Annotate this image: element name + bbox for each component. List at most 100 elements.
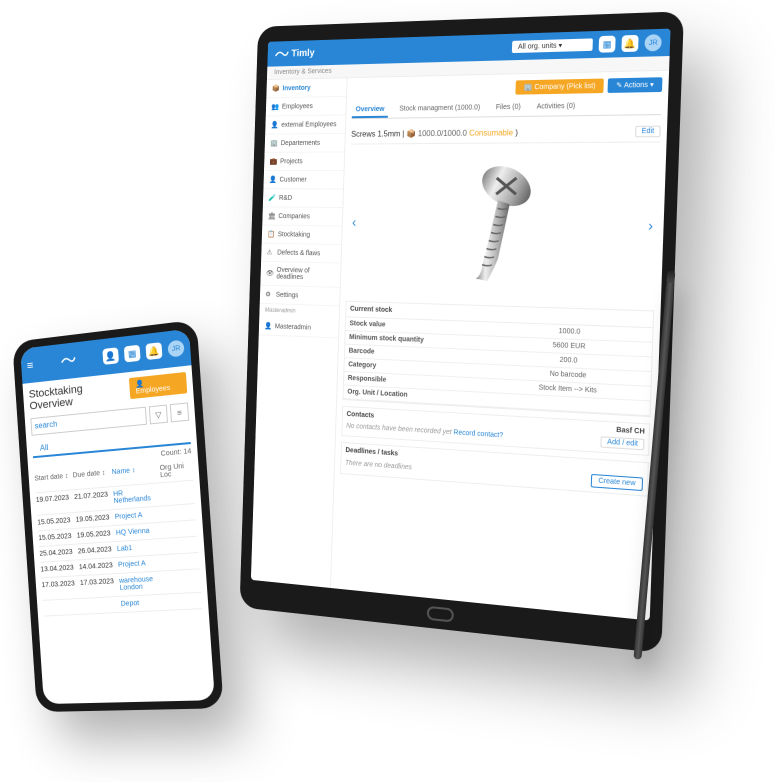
sidebar-item-companies[interactable]: 🏛Companies [262,207,342,226]
cell-start: 13.04.2023 [40,564,79,573]
bell-icon[interactable]: 🔔 [145,342,162,360]
cell-org [164,524,197,533]
phone-logo [59,353,77,370]
consumable-badge: Consumable [469,128,513,138]
contacts-empty: No contacts have been recorded yet [346,423,452,436]
sidebar-icon: 📋 [267,230,274,238]
cell-start: 15.05.2023 [37,517,76,527]
sort-icon: ↕ [65,473,69,480]
tablet-logo: Timly [275,48,315,60]
home-button[interactable] [427,606,454,623]
sidebar-item-label: Masteradmin [275,323,311,331]
sidebar-icon: 👤 [269,176,276,184]
sidebar-item-stocktaking[interactable]: 📋 Stocktaking [262,225,342,245]
avatar[interactable]: JR [644,34,661,51]
columns-icon[interactable]: ≡ [170,402,189,422]
sidebar-item-label: external Employees [281,121,336,128]
cell-name[interactable]: Depot [121,599,170,608]
tab-files[interactable]: Files (0) [492,101,525,117]
cell-org [161,485,195,502]
phone-body: Stocktaking Overview 👤 Employees search … [22,365,208,622]
sidebar-icon: 🏛 [268,212,275,220]
sidebar-item-masteradmin[interactable]: 👤 Masteradmin [259,317,339,338]
cell-due [81,601,121,610]
col-due[interactable]: Due date ↕ [72,469,112,486]
org-unit-select[interactable]: All org. units ▾ [512,38,593,53]
sidebar-item-label: Customer [279,176,306,183]
cell-name[interactable]: HR Netherlands [113,487,162,505]
tab-all[interactable]: All [32,439,56,456]
next-arrow-icon[interactable]: › [648,217,654,234]
actions-btn-label: Actions [624,82,648,90]
sidebar-item-projects[interactable]: 💼Projects [264,152,344,171]
edit-button[interactable]: Edit [635,126,661,138]
item-title: Screws 1.5mm | 📦 1000.0/1000.0 Consumabl… [351,128,518,139]
sidebar-icon: 👥 [271,103,278,111]
sidebar-item-label: Inventory [282,84,310,91]
menu-icon[interactable]: ≡ [26,358,33,372]
create-new-button[interactable]: Create new [591,474,643,491]
image-area: ‹ [346,147,660,304]
sidebar-item-label: Stocktaking [278,231,310,238]
col-start[interactable]: Start date ↕ [34,472,73,489]
bell-icon[interactable]: 🔔 [621,35,638,52]
pencil-icon: ✎ [616,82,622,89]
building-icon: 🏢 [524,84,533,91]
employees-button[interactable]: 👤 Employees [129,372,187,399]
company-button[interactable]: 🏢 Company (Pick list) [516,78,604,94]
sort-icon: ↕ [102,470,106,477]
cell-start: 19.07.2023 [36,494,75,511]
item-header: Screws 1.5mm | 📦 1000.0/1000.0 Consumabl… [351,121,661,144]
tab-activities[interactable]: Activities (0) [532,100,579,116]
cell-name[interactable]: Project A [115,511,164,521]
sidebar-item-label: Projects [280,158,303,165]
sidebar-item-label: Employees [282,103,313,110]
record-contact-link[interactable]: Record contact? [453,429,503,439]
sidebar-item-departements[interactable]: 🏢 Departements [265,134,345,153]
sidebar-item-external-employees[interactable]: 👤external Employees [265,115,345,134]
item-name: Screws 1.5mm [351,129,400,138]
cell-name[interactable]: warehouse London [119,575,168,592]
cell-org [167,573,201,589]
brand-label: Timly [291,48,315,59]
sidebar-item-defects-flaws[interactable]: ⚠Defects & flaws [261,244,341,264]
add-edit-button[interactable]: Add / edit [601,436,645,450]
content-tabs: Overview Stock managment (1000.0) Files (0… [352,98,662,119]
cell-name[interactable]: Project A [118,559,167,569]
col-name[interactable]: Name ↕ [112,465,161,483]
qr-icon[interactable]: ▦ [124,345,141,363]
cell-name[interactable]: Lab1 [117,543,166,553]
phone-screen: ≡ 👤 ▦ 🔔 JR Stocktaking Overview 👤 Employ… [20,329,215,704]
sidebar-item-inventory[interactable]: 📦Inventory [266,78,346,98]
cell-org [169,597,202,606]
col-org[interactable]: Org Uni Loc [159,462,193,479]
tab-stock[interactable]: Stock managment (1000.0) [395,101,484,117]
sidebar-item-employees[interactable]: 👥 Employees [266,97,346,117]
tab-overview[interactable]: Overview [352,103,389,118]
cell-name[interactable]: HQ Vienna [116,527,165,537]
sidebar-item-label: Overview of deadlines [276,267,335,282]
sidebar-item-r-d[interactable]: 🧪R&D [263,189,343,208]
filter-icon[interactable]: ▽ [149,405,168,425]
detail-table: Current stock Stock value1000.0Minimum s… [343,301,655,417]
sidebar-icon: 🏢 [270,139,277,147]
sidebar-icon: 📦 [272,85,279,93]
user-icon: 👤 [264,322,271,330]
actions-button[interactable]: ✎ Actions ▾ [608,77,663,93]
prev-arrow-icon[interactable]: ‹ [352,214,357,230]
qr-icon[interactable]: ▦ [599,36,616,53]
sidebar-item-label: Settings [276,291,299,298]
tablet-content: 🏢 Company (Pick list) ✎ Actions ▾ Overvi… [331,71,669,621]
sidebar-item-customer[interactable]: 👤Customer [263,171,343,190]
cell-start: 25.04.2023 [39,548,78,557]
sidebar-icon: ⚙ [265,291,272,299]
sidebar-item-overview-of-deadlines[interactable]: 👁Overview of deadlines [260,262,340,288]
user-icon[interactable]: 👤 [102,347,119,365]
cell-due: 14.04.2023 [79,562,119,571]
cell-due: 19.05.2023 [75,514,115,524]
avatar[interactable]: JR [167,340,184,358]
cell-due: 17.03.2023 [80,578,120,594]
phone-device: ≡ 👤 ▦ 🔔 JR Stocktaking Overview 👤 Employ… [12,320,223,713]
sidebar-item-label: Departements [281,139,320,146]
sidebar-icon: 👤 [271,121,278,129]
